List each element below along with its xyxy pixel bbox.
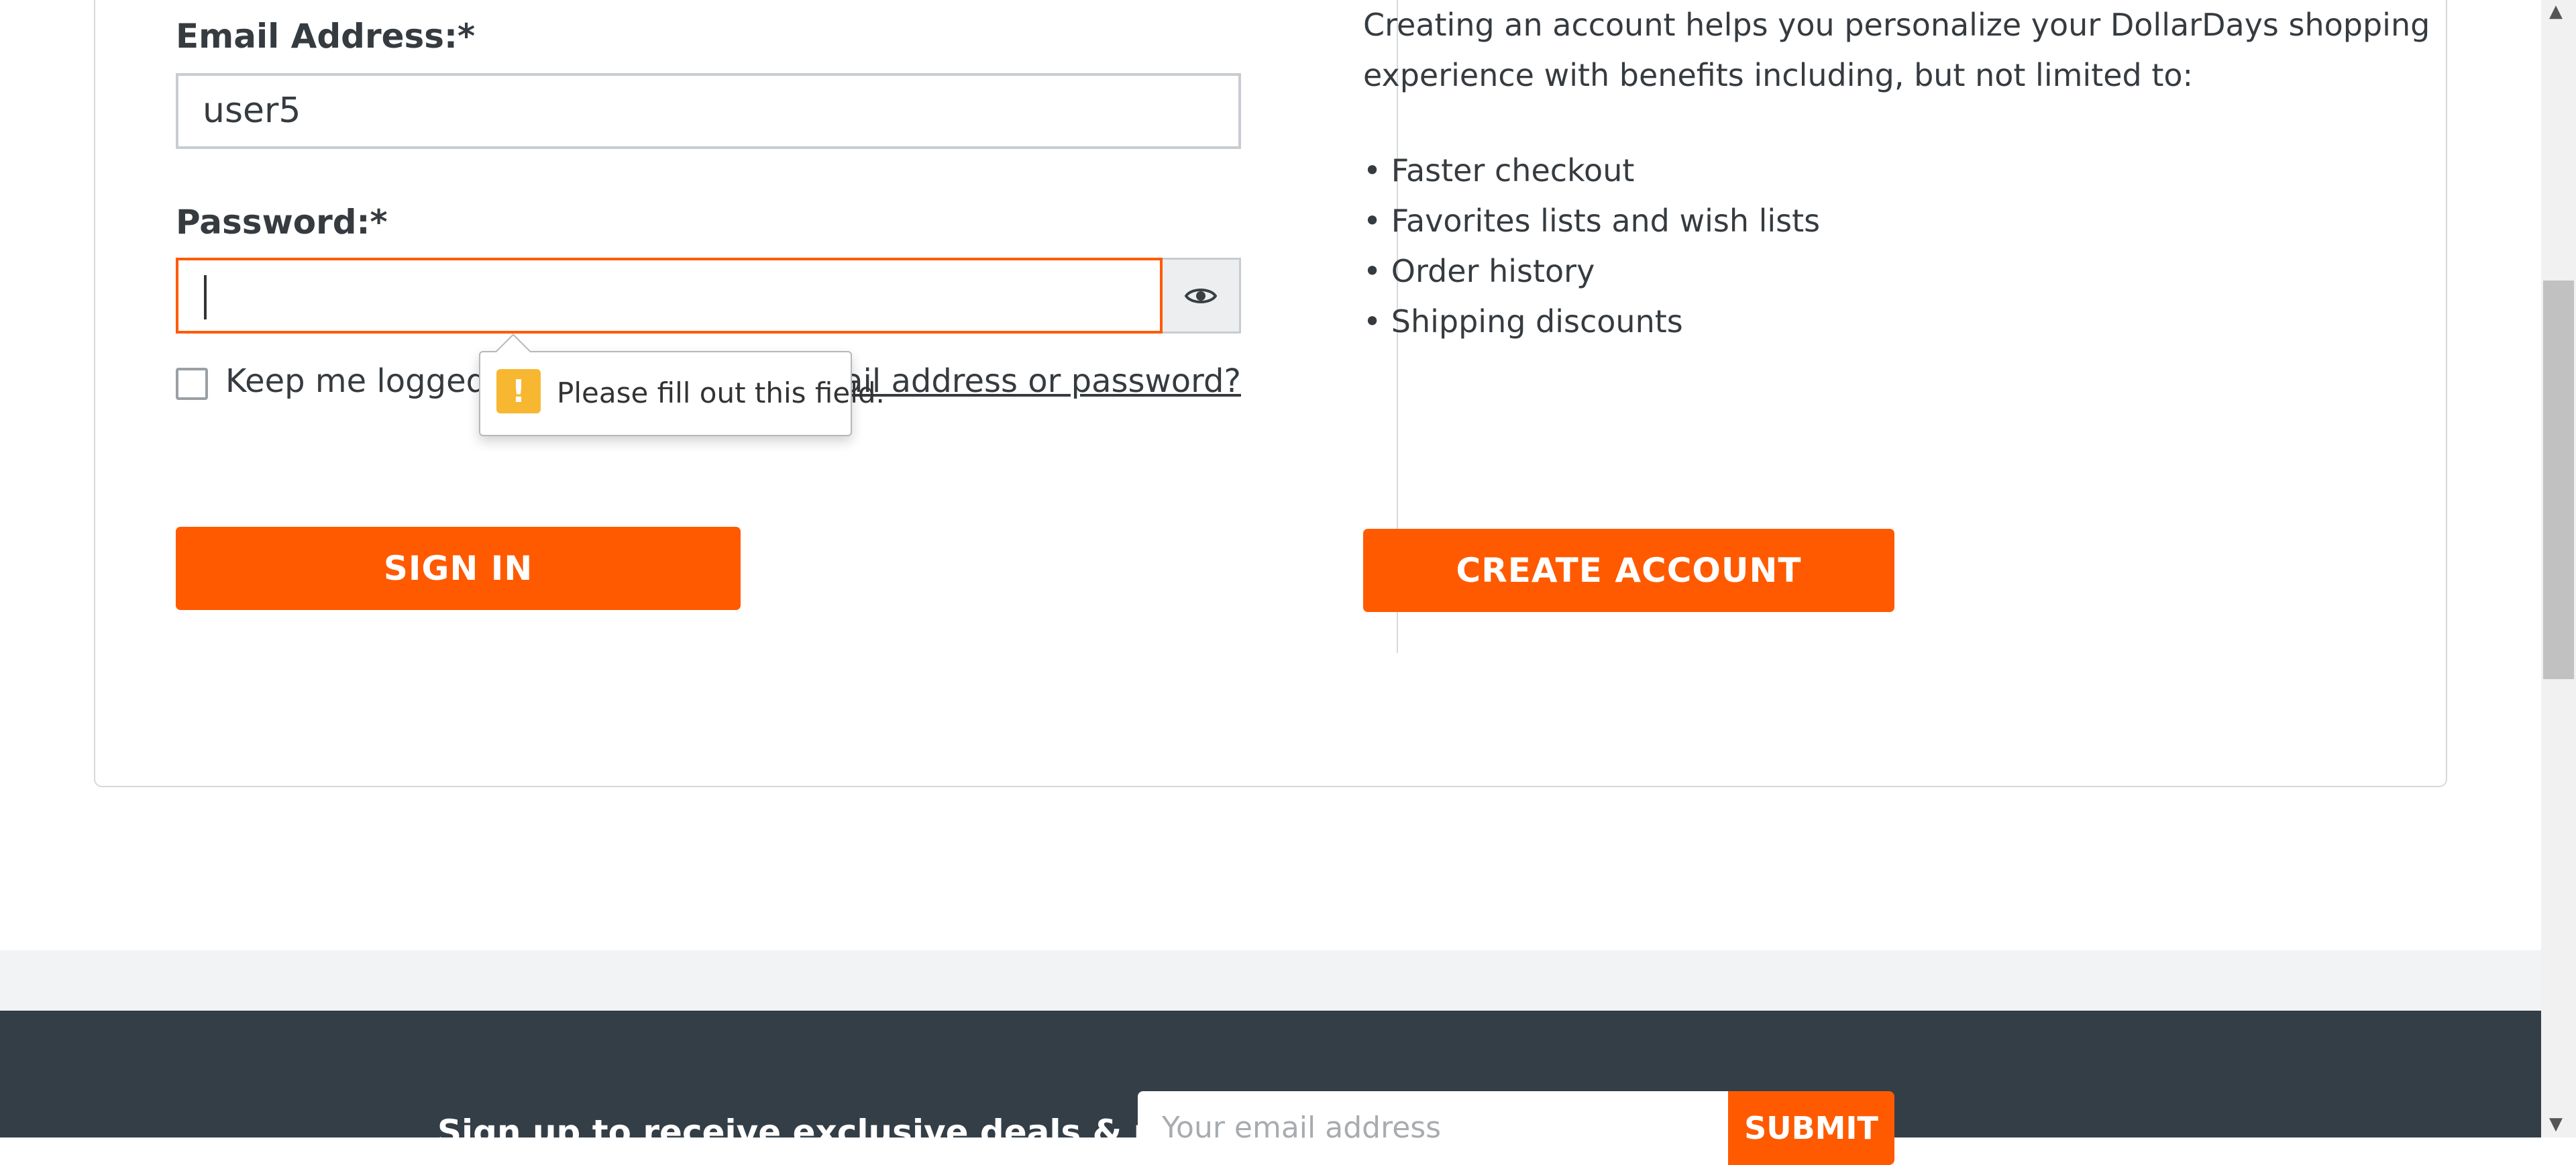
benefits-list: • Faster checkout • Favorites lists and … — [1363, 146, 1820, 347]
scroll-up-arrow-icon[interactable]: ▲ — [2549, 1, 2563, 21]
show-password-button[interactable] — [1163, 258, 1241, 334]
warning-icon: ! — [496, 369, 541, 413]
account-benefits-intro: Creating an account helps you personaliz… — [1363, 7, 2430, 93]
validation-tooltip: ! Please fill out this field. — [479, 351, 885, 436]
password-label: Password:* — [176, 203, 388, 242]
eye-icon — [1185, 288, 1217, 303]
list-item: • Shipping discounts — [1363, 303, 1683, 340]
list-item: • Favorites lists and wish lists — [1363, 203, 1821, 239]
newsletter-email-input[interactable]: Your email address — [1138, 1091, 1728, 1165]
newsletter-signup-text: Sign up to receive exclusive deals & mor… — [437, 1113, 1246, 1152]
text-caret — [204, 275, 207, 319]
newsletter-footer: Sign up to receive exclusive deals & mor… — [0, 1011, 2541, 1165]
list-item: • Order history — [1363, 253, 1595, 289]
sign-in-button[interactable]: SIGN IN — [176, 527, 741, 610]
footer-spacer-band — [0, 950, 2541, 1011]
password-field[interactable] — [176, 258, 1163, 334]
list-item: • Faster checkout — [1363, 152, 1635, 189]
email-label: Email Address:* — [176, 17, 476, 56]
scroll-down-arrow-icon[interactable]: ▼ — [2549, 1114, 2563, 1134]
validation-message: Please fill out this field. — [557, 376, 885, 409]
scrollbar-thumb[interactable] — [2543, 281, 2574, 679]
email-field[interactable]: user5 — [176, 73, 1241, 149]
create-account-button[interactable]: CREATE ACCOUNT — [1363, 529, 1894, 612]
newsletter-submit-button[interactable]: SUBMIT — [1728, 1091, 1894, 1165]
keep-logged-in-checkbox[interactable] — [176, 368, 208, 400]
